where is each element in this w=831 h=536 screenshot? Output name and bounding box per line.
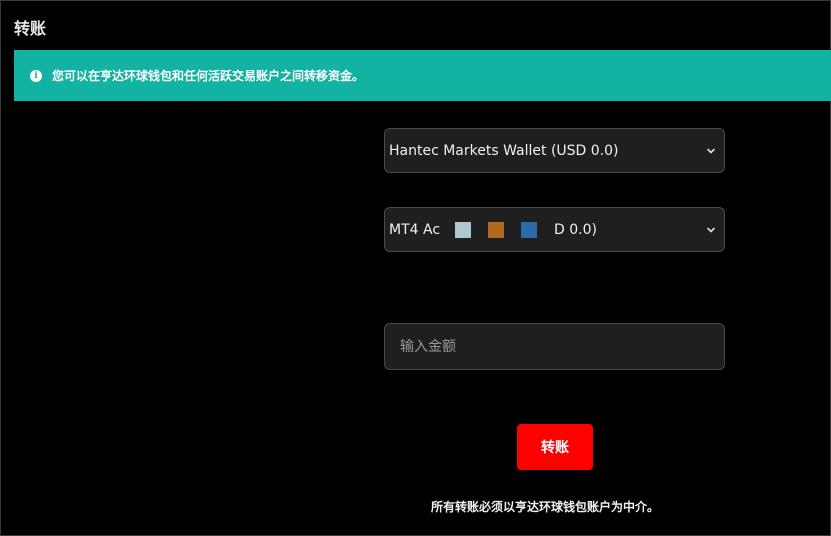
- info-circle-icon: i: [30, 69, 42, 82]
- info-banner-text: 您可以在亨达环球钱包和任何活跃交易账户之间转移资金。: [52, 69, 365, 83]
- transfer-panel: 转账 i 您可以在亨达环球钱包和任何活跃交易账户之间转移资金。 Hantec M…: [0, 0, 831, 536]
- footer-note: 所有转账必须以亨达环球钱包账户为中介。: [431, 500, 660, 514]
- info-banner: i 您可以在亨达环球钱包和任何活跃交易账户之间转移资金。: [14, 50, 831, 101]
- to-account-prefix: MT4 Ac: [389, 221, 441, 238]
- from-account-select[interactable]: Hantec Markets Wallet (USD 0.0): [384, 128, 725, 173]
- to-account-suffix: D 0.0): [554, 221, 597, 238]
- to-account-select[interactable]: MT4 Ac D 0.0): [384, 207, 725, 252]
- transfer-button[interactable]: 转账: [517, 424, 593, 470]
- amount-input[interactable]: [384, 323, 725, 370]
- redaction-swatch-3: [521, 221, 538, 238]
- redaction-swatch-1: [455, 221, 472, 238]
- chevron-down-icon: [707, 148, 715, 153]
- page-title: 转账: [14, 19, 47, 38]
- from-account-selected-value: Hantec Markets Wallet (USD 0.0): [389, 142, 619, 159]
- chevron-down-icon: [707, 227, 715, 232]
- redaction-swatch-2: [488, 221, 505, 238]
